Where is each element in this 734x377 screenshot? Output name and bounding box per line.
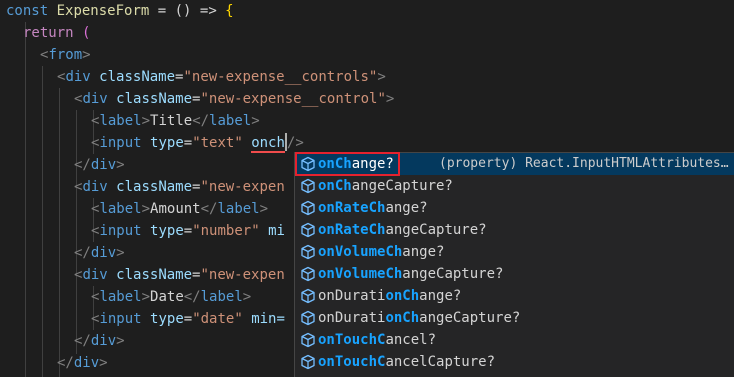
jsx-string: "new-expense__controls"	[183, 69, 378, 85]
jsx-tag: from	[48, 47, 83, 63]
jsx-tag: div	[65, 69, 91, 85]
code-line: </div>	[74, 157, 125, 173]
code-line: <label>Date</label>	[91, 289, 252, 305]
jsx-attribute: className	[99, 69, 176, 85]
jsx-text: Title	[150, 113, 193, 129]
jsx-tag: div	[82, 179, 108, 195]
suggestion-detail: (property) React.InputHTMLAttributes…	[439, 156, 729, 171]
jsx-tag: label	[99, 289, 142, 305]
jsx-tag: div	[82, 91, 108, 107]
suggestion-item[interactable]: onChangeCapture?	[295, 175, 734, 197]
suggestion-label: onRateChange?	[318, 200, 428, 216]
code-line: return (	[23, 22, 90, 44]
jsx-tag: label	[209, 113, 252, 129]
component-name: ExpenseForm	[56, 3, 150, 19]
jsx-tag: div	[82, 267, 108, 283]
suggestion-label: onDurationChange?	[318, 288, 462, 304]
jsx-tag: label	[99, 201, 142, 217]
jsx-attribute: type	[150, 311, 184, 327]
code-line: <div className="new-expense__control">	[74, 91, 395, 107]
jsx-tag: div	[90, 333, 117, 349]
property-cube-icon	[301, 178, 315, 194]
jsx-tag: label	[217, 201, 260, 217]
property-cube-icon	[301, 244, 315, 260]
jsx-string: "new-expen	[200, 267, 285, 283]
jsx-attribute: min=	[251, 311, 285, 327]
code-line: <label>Title</label>	[91, 113, 260, 129]
suggestion-label: onTouchCancelCapture?	[318, 354, 496, 370]
suggestion-item[interactable]: onTouchCancel?	[295, 329, 734, 351]
code-line: </div>	[74, 333, 125, 349]
jsx-attribute: type	[150, 223, 184, 239]
indent-guide	[25, 22, 26, 377]
jsx-string: "text"	[192, 135, 243, 151]
suggestion-widget[interactable]: onChange? (property) React.InputHTMLAttr…	[294, 152, 734, 377]
suggestion-item[interactable]: onDurationChange?	[295, 285, 734, 307]
indent-guide	[59, 88, 60, 377]
property-cube-icon	[301, 288, 315, 304]
jsx-tag: label	[99, 113, 142, 129]
jsx-attribute: className	[116, 91, 193, 107]
jsx-attribute: className	[116, 267, 193, 283]
jsx-tag: div	[73, 355, 100, 371]
paren: (	[82, 25, 91, 41]
property-cube-icon	[301, 266, 315, 282]
suggestion-label: onVolumeChange?	[318, 244, 445, 260]
property-cube-icon	[301, 222, 315, 238]
code-line: <div className="new-expen	[74, 267, 285, 283]
brace: {	[225, 3, 234, 19]
jsx-tag: div	[90, 157, 117, 173]
suggestion-item[interactable]: onRateChange?	[295, 197, 734, 219]
suggestion-item[interactable]: onDurationChangeCapture?	[295, 307, 734, 329]
jsx-tag: label	[200, 289, 243, 305]
suggestion-item[interactable]: onVolumeChangeCapture?	[295, 263, 734, 285]
highlight-box	[295, 152, 400, 176]
jsx-tag: input	[99, 223, 142, 239]
indent-guide	[76, 110, 77, 354]
jsx-string: "new-expen	[200, 179, 285, 195]
code-line: <label>Amount</label>	[91, 201, 269, 217]
suggestion-label: onChangeCapture?	[318, 178, 453, 194]
typed-text: onch	[251, 135, 285, 153]
jsx-text: Date	[150, 289, 184, 305]
property-cube-icon	[301, 332, 315, 348]
jsx-tag: div	[90, 245, 117, 261]
jsx-attribute: className	[116, 179, 193, 195]
suggestion-label: onDurationChangeCapture?	[318, 310, 521, 326]
code-line: <div className="new-expen	[74, 179, 285, 195]
code-line: </div>	[57, 355, 108, 371]
code-line: <from>	[40, 47, 91, 63]
keyword: const	[6, 3, 49, 19]
property-cube-icon	[301, 354, 315, 370]
suggestion-label: onRateChangeCapture?	[318, 222, 487, 238]
jsx-string: "new-expense__control"	[200, 91, 386, 107]
indent-guide	[42, 66, 43, 377]
suggestion-item[interactable]: onVolumeChange?	[295, 241, 734, 263]
jsx-text: Amount	[150, 201, 201, 217]
suggestion-label: onVolumeChangeCapture?	[318, 266, 504, 282]
code-line: </div>	[74, 245, 125, 261]
jsx-tag: input	[99, 311, 142, 327]
code-line: <div className="new-expense__controls">	[57, 69, 386, 85]
code-line: <input type="number" mi	[91, 223, 285, 239]
code-line: const ExpenseForm = () => {	[6, 0, 234, 22]
code-line: <input type="text" onch/>	[91, 133, 304, 153]
jsx-string: "number"	[192, 223, 260, 239]
suggestion-item[interactable]: onRateChangeCapture?	[295, 219, 734, 241]
jsx-attribute: mi	[268, 223, 285, 239]
keyword: return	[23, 25, 74, 41]
property-cube-icon	[301, 310, 315, 326]
property-cube-icon	[301, 200, 315, 216]
jsx-string: "date"	[192, 311, 243, 327]
code-line: <input type="date" min=	[91, 311, 285, 327]
suggestion-item[interactable]: onTouchCancelCapture?	[295, 351, 734, 373]
code-text: = () =>	[149, 3, 226, 19]
jsx-attribute: type	[150, 135, 184, 151]
suggestion-label: onTouchCancel?	[318, 332, 437, 348]
jsx-tag: input	[99, 135, 142, 151]
